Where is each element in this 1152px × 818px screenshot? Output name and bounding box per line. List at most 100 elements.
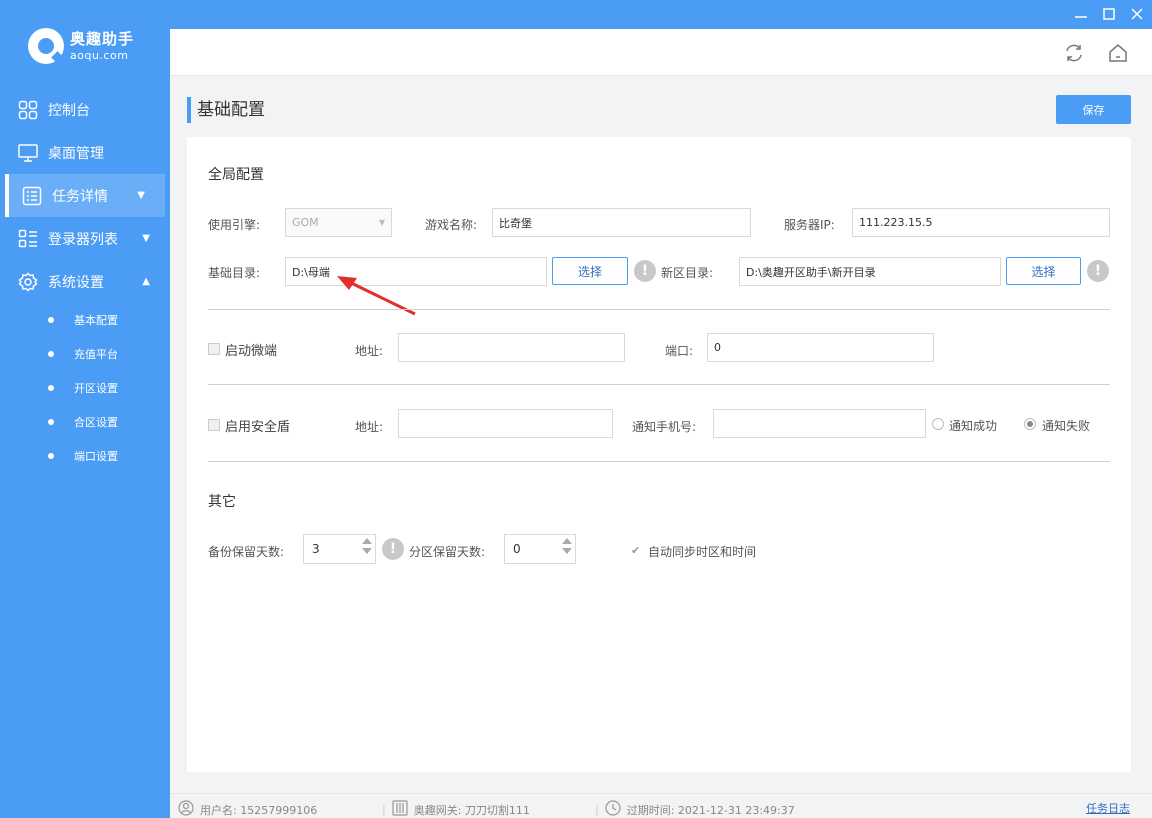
user-icon <box>178 800 194 818</box>
refresh-icon[interactable] <box>1063 42 1085 64</box>
micro-port-input[interactable]: 0 <box>707 333 934 362</box>
partition-days-label: 分区保留天数: <box>409 545 486 559</box>
section-title-global: 全局配置 <box>208 167 264 183</box>
status-gateway: | 奥趣网关: 刀刀切割111 <box>382 800 530 818</box>
notify-fail-label: 通知失败 <box>1042 419 1091 433</box>
sidebar-subitem-basic-config[interactable]: 基本配置 <box>0 303 170 337</box>
notify-success-radio[interactable] <box>932 418 944 430</box>
backup-days-label: 备份保留天数: <box>208 545 285 559</box>
shield-label: 启用安全盾 <box>225 420 291 435</box>
choose-new-dir-button[interactable]: 选择 <box>1006 257 1081 285</box>
shield-address-label: 地址: <box>355 420 384 434</box>
username-text: 用户名: 15257999106 <box>200 803 318 817</box>
sidebar-item-label: 桌面管理 <box>48 145 104 162</box>
micro-port-label: 端口: <box>665 344 694 358</box>
window-controls <box>1074 6 1144 22</box>
maximize-icon[interactable] <box>1102 6 1116 22</box>
list-icon <box>18 229 38 249</box>
expiry-text: 过期时间: 2021-12-31 23:49:37 <box>626 803 795 817</box>
bullet-icon <box>48 453 54 459</box>
sidebar-item-dashboard[interactable]: 控制台 <box>0 88 170 131</box>
bullet-icon <box>48 419 54 425</box>
new-dir-value: D:\奥趣开区助手\新开目录 <box>746 265 876 279</box>
config-panel: 全局配置 使用引擎: GOM ▼ 游戏名称: 比奇堡 服务器IP: 111.22… <box>187 137 1131 772</box>
server-ip-input[interactable]: 111.223.15.5 <box>852 208 1110 237</box>
game-name-label: 游戏名称: <box>425 218 478 232</box>
micro-client-label: 启动微端 <box>225 344 278 359</box>
bullet-icon <box>48 385 54 391</box>
stepper-up-icon[interactable] <box>362 538 372 544</box>
server-ip-label: 服务器IP: <box>784 218 835 232</box>
sidebar-item-label: 任务详情 <box>52 188 108 205</box>
partition-days-stepper[interactable]: 0 <box>504 534 576 564</box>
warning-icon[interactable]: ! <box>1087 260 1109 282</box>
task-log-link[interactable]: 任务日志 <box>1086 800 1130 816</box>
notify-success-label: 通知成功 <box>949 419 998 433</box>
warning-icon[interactable]: ! <box>634 260 656 282</box>
notify-fail-radio[interactable] <box>1024 418 1036 430</box>
sidebar-item-launcher-list[interactable]: 登录器列表 ▼ <box>0 217 170 260</box>
dashboard-icon <box>18 100 38 120</box>
divider <box>208 309 1110 310</box>
base-dir-label: 基础目录: <box>208 266 261 280</box>
shield-checkbox[interactable] <box>208 419 220 431</box>
choose-base-dir-button[interactable]: 选择 <box>552 257 628 285</box>
sidebar-subitem-label: 合区设置 <box>74 416 118 429</box>
sidebar-subitem-label: 端口设置 <box>74 450 118 463</box>
engine-select[interactable]: GOM ▼ <box>285 208 392 237</box>
sidebar-subitem-label: 充值平台 <box>74 348 118 361</box>
top-toolbar <box>170 29 1152 76</box>
close-icon[interactable] <box>1130 6 1144 22</box>
sidebar-item-label: 登录器列表 <box>48 231 118 248</box>
auto-sync-label: 自动同步时区和时间 <box>648 545 757 559</box>
gateway-text: 奥趣网关: 刀刀切割111 <box>413 803 530 817</box>
shield-address-input[interactable] <box>398 409 613 438</box>
new-dir-input[interactable]: D:\奥趣开区助手\新开目录 <box>739 257 1001 286</box>
server-ip-value: 111.223.15.5 <box>859 216 933 229</box>
game-name-value: 比奇堡 <box>499 216 532 230</box>
stepper-down-icon[interactable] <box>362 548 372 554</box>
gear-icon <box>18 271 38 292</box>
stepper-up-icon[interactable] <box>562 538 572 544</box>
logo-domain: aoqu.com <box>70 48 129 62</box>
logo-title: 奥趣助手 <box>70 29 135 48</box>
status-expiry: | 过期时间: 2021-12-31 23:49:37 <box>595 800 795 818</box>
save-button[interactable]: 保存 <box>1056 95 1131 124</box>
sidebar-item-label: 控制台 <box>48 102 90 119</box>
caret-up-icon: ▲ <box>142 276 150 287</box>
divider <box>208 461 1110 462</box>
caret-down-icon: ▼ <box>142 233 150 244</box>
game-name-input[interactable]: 比奇堡 <box>492 208 751 237</box>
home-icon[interactable] <box>1107 42 1129 64</box>
sidebar-item-task-details[interactable]: 任务详情 ▼ <box>5 174 165 217</box>
micro-port-value: 0 <box>714 341 721 354</box>
micro-client-checkbox[interactable] <box>208 343 220 355</box>
logo-icon <box>28 28 64 64</box>
chevron-down-icon: ▼ <box>378 218 385 227</box>
minimize-icon[interactable] <box>1074 6 1088 22</box>
phone-input[interactable] <box>713 409 926 438</box>
status-username: 用户名: 15257999106 <box>178 800 317 818</box>
sidebar-subitem-label: 基本配置 <box>74 314 118 327</box>
warning-icon[interactable]: ! <box>382 538 404 560</box>
divider <box>208 384 1110 385</box>
gateway-icon <box>392 800 408 818</box>
sidebar-subitem-recharge[interactable]: 充值平台 <box>0 337 170 371</box>
sidebar-item-desktop[interactable]: 桌面管理 <box>0 131 170 174</box>
sidebar-subitem-label: 开区设置 <box>74 382 118 395</box>
checkmark-icon[interactable]: ✔ <box>631 544 640 557</box>
logo: 奥趣助手 aoqu.com <box>28 28 134 64</box>
main-area: 基础配置 保存 全局配置 使用引擎: GOM ▼ 游戏名称: 比奇堡 服务器IP… <box>170 29 1152 818</box>
sidebar-subitem-merge-server[interactable]: 合区设置 <box>0 405 170 439</box>
stepper-down-icon[interactable] <box>562 548 572 554</box>
sidebar-subitem-port[interactable]: 端口设置 <box>0 439 170 473</box>
backup-days-stepper[interactable]: 3 <box>303 534 376 564</box>
base-dir-value: D:\母端 <box>292 265 330 279</box>
sidebar-subitem-open-server[interactable]: 开区设置 <box>0 371 170 405</box>
sidebar-item-system-settings[interactable]: 系统设置 ▲ <box>0 260 170 303</box>
task-list-icon <box>22 186 42 206</box>
phone-label: 通知手机号: <box>632 420 697 434</box>
new-dir-label: 新区目录: <box>661 266 714 280</box>
micro-address-input[interactable] <box>398 333 625 362</box>
status-bar: 用户名: 15257999106 | 奥趣网关: 刀刀切割111 | 过期时间:… <box>170 793 1152 818</box>
